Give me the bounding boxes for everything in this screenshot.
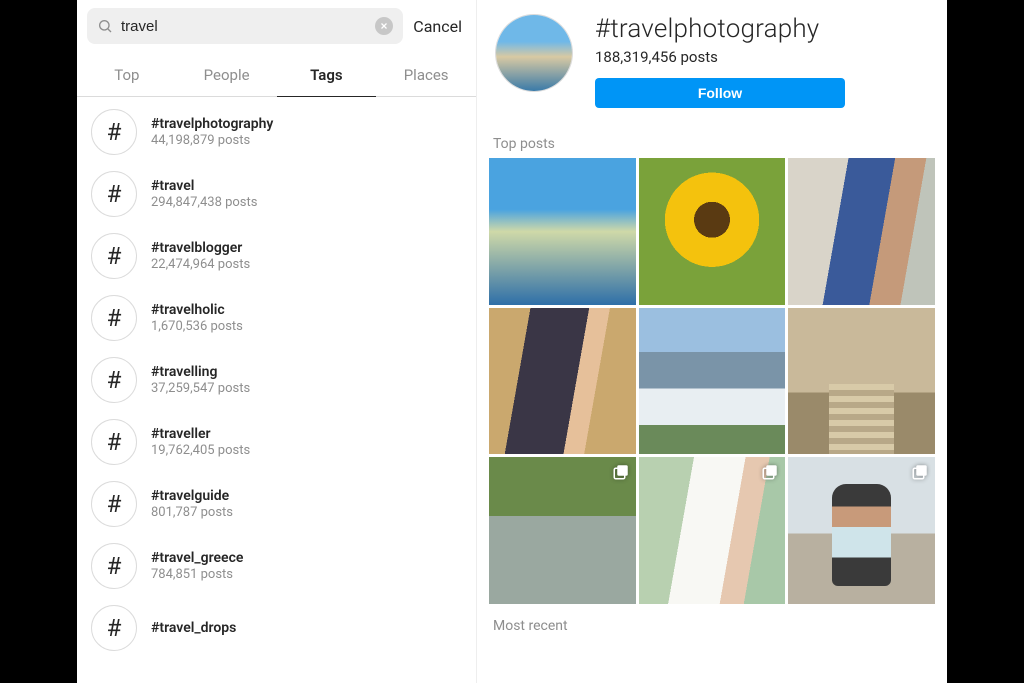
result-name: #travelphotography — [151, 116, 273, 132]
hashtag-result[interactable]: # #travelguide801,787 posts — [77, 473, 476, 535]
result-post-count: 801,787 posts — [151, 505, 233, 520]
hashtag-result[interactable]: # #travelphotography44,198,879 posts — [77, 101, 476, 163]
hash-icon: # — [91, 233, 137, 279]
hash-icon: # — [91, 481, 137, 527]
tab-top[interactable]: Top — [77, 54, 177, 96]
hashtag-result[interactable]: # #travel_drops — [77, 597, 476, 659]
hashtag-result[interactable]: # #traveller19,762,405 posts — [77, 411, 476, 473]
hash-icon: # — [91, 109, 137, 155]
post-thumbnail[interactable] — [788, 308, 935, 455]
tab-places[interactable]: Places — [376, 54, 476, 96]
hashtag-result[interactable]: # #travel_greece784,851 posts — [77, 535, 476, 597]
result-name: #travelblogger — [151, 240, 250, 256]
hashtag-result[interactable]: # #travelblogger22,474,964 posts — [77, 225, 476, 287]
hashtag-title: #travelphotography — [595, 14, 819, 44]
hash-icon: # — [91, 357, 137, 403]
hashtag-avatar — [495, 14, 573, 92]
post-thumbnail[interactable] — [788, 158, 935, 305]
result-name: #travel_greece — [151, 550, 243, 566]
cancel-button[interactable]: Cancel — [413, 17, 466, 36]
post-thumbnail[interactable] — [489, 308, 636, 455]
recent-posts-label: Most recent — [477, 604, 947, 640]
hashtag-post-count: 188,319,456 posts — [595, 48, 718, 66]
result-post-count: 1,670,536 posts — [151, 319, 243, 334]
hash-icon: # — [91, 543, 137, 589]
hashtag-result[interactable]: # #travelholic1,670,536 posts — [77, 287, 476, 349]
search-icon — [97, 18, 113, 34]
search-results: # #travelphotography44,198,879 posts # #tra… — [77, 97, 476, 683]
result-post-count: 784,851 posts — [151, 567, 243, 582]
post-thumbnail[interactable] — [489, 457, 636, 604]
post-thumbnail[interactable] — [639, 308, 786, 455]
post-thumbnail[interactable] — [788, 457, 935, 604]
multi-post-icon — [612, 463, 630, 481]
search-tabs: TopPeopleTagsPlaces — [77, 54, 476, 97]
hash-icon: # — [91, 171, 137, 217]
hashtag-result[interactable]: # #travelling37,259,547 posts — [77, 349, 476, 411]
hash-icon: # — [91, 295, 137, 341]
multi-post-icon — [761, 463, 779, 481]
result-name: #traveller — [151, 426, 250, 442]
result-name: #travel_drops — [151, 620, 236, 636]
post-thumbnail[interactable] — [639, 158, 786, 305]
multi-post-icon — [911, 463, 929, 481]
post-thumbnail[interactable] — [489, 158, 636, 305]
result-post-count: 44,198,879 posts — [151, 133, 273, 148]
result-post-count: 294,847,438 posts — [151, 195, 257, 210]
follow-button[interactable]: Follow — [595, 78, 845, 108]
top-posts-grid — [477, 158, 947, 604]
search-box[interactable] — [87, 8, 403, 44]
tab-tags[interactable]: Tags — [277, 54, 377, 97]
result-name: #travel — [151, 178, 257, 194]
result-post-count: 37,259,547 posts — [151, 381, 250, 396]
result-name: #travelguide — [151, 488, 233, 504]
result-name: #travelholic — [151, 302, 243, 318]
search-pane: Cancel TopPeopleTagsPlaces # #travelphoto… — [77, 0, 477, 683]
search-input[interactable] — [113, 18, 375, 35]
result-name: #travelling — [151, 364, 250, 380]
top-posts-label: Top posts — [477, 122, 947, 158]
hashtag-result[interactable]: # #travel294,847,438 posts — [77, 163, 476, 225]
search-row: Cancel — [77, 0, 476, 54]
tab-people[interactable]: People — [177, 54, 277, 96]
result-post-count: 19,762,405 posts — [151, 443, 250, 458]
hashtag-header: #travelphotography 188,319,456 posts Fol… — [477, 6, 947, 122]
result-post-count: 22,474,964 posts — [151, 257, 250, 272]
clear-search-icon[interactable] — [375, 17, 393, 35]
hashtag-detail-pane: #travelphotography 188,319,456 posts Fol… — [477, 0, 947, 683]
hash-icon: # — [91, 419, 137, 465]
hash-icon: # — [91, 605, 137, 651]
post-thumbnail[interactable] — [639, 457, 786, 604]
